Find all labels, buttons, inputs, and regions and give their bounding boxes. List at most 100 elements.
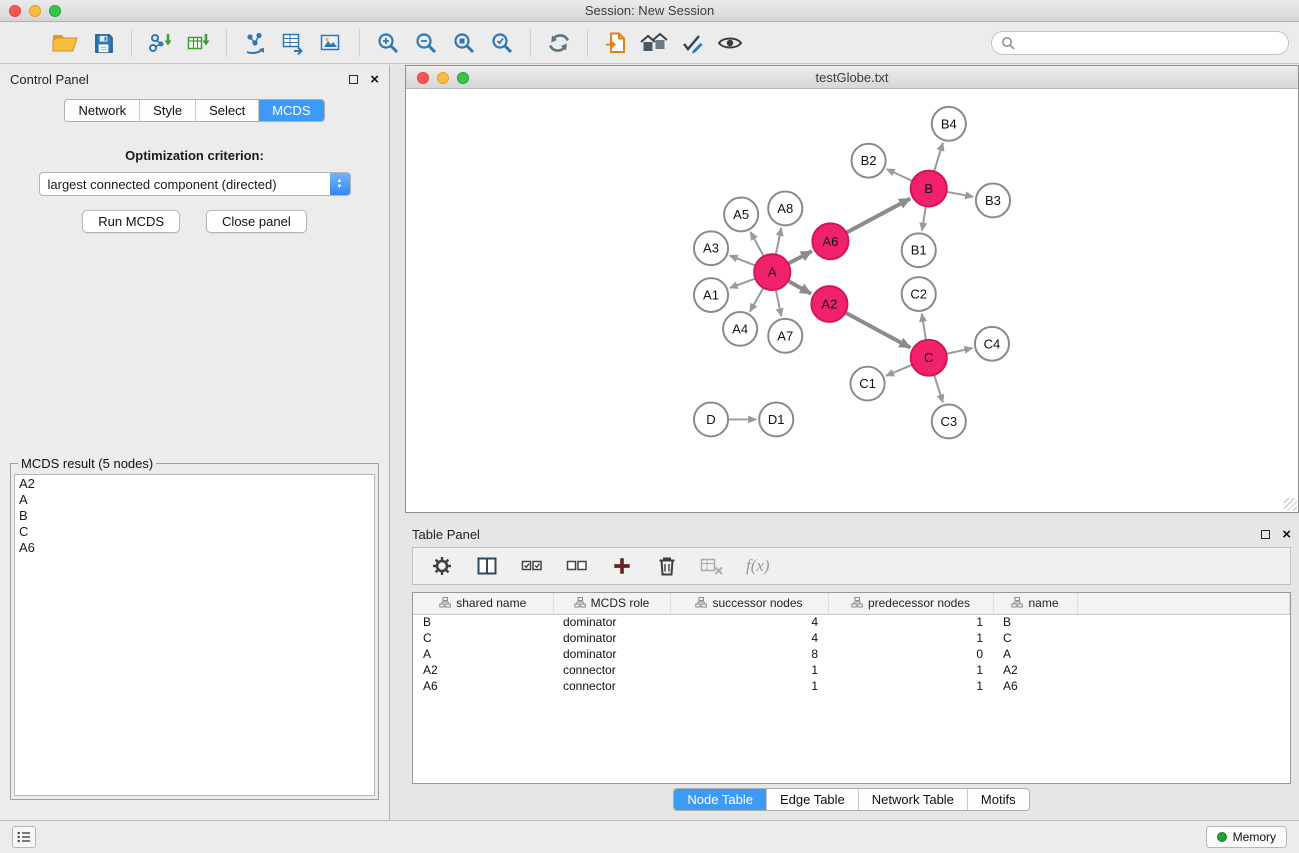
edge-A-A1[interactable] [730, 279, 756, 288]
tab-motifs[interactable]: Motifs [968, 789, 1029, 810]
edge-A-A7[interactable] [776, 290, 781, 317]
table-mode-button[interactable] [427, 551, 457, 581]
minimize-network-button[interactable] [437, 72, 449, 84]
edge-C-C2[interactable] [922, 314, 926, 340]
zoom-fit-button[interactable] [445, 26, 483, 60]
table-row[interactable]: A6connector11A6 [413, 678, 1290, 694]
node-B4[interactable]: B4 [932, 107, 966, 141]
tab-mcds[interactable]: MCDS [259, 100, 323, 121]
cell-shared-name[interactable]: A6 [413, 678, 553, 694]
edge-B-B3[interactable] [947, 192, 974, 197]
close-window-button[interactable] [9, 5, 21, 17]
cell-shared-name[interactable]: C [413, 630, 553, 646]
edge-B-B1[interactable] [922, 206, 926, 230]
mcds-result-item[interactable]: A2 [19, 476, 370, 492]
column-header-shared-name[interactable]: shared name [413, 593, 553, 614]
node-D1[interactable]: D1 [759, 403, 793, 437]
search-input[interactable] [1020, 36, 1279, 51]
node-D[interactable]: D [694, 403, 728, 437]
tab-select[interactable]: Select [196, 100, 259, 121]
cell-mcds-role[interactable]: dominator [553, 614, 670, 630]
network-canvas[interactable]: B4B2BB3A5A8A6B1A3AC2A1A2A4A7C4CC1C3DD1 [406, 90, 1298, 512]
select-all-button[interactable] [517, 551, 547, 581]
delete-table-button[interactable] [697, 551, 727, 581]
mcds-result-item[interactable]: A [19, 492, 370, 508]
edge-A-A4[interactable] [750, 288, 763, 312]
node-A1[interactable]: A1 [694, 278, 728, 312]
tab-network-table[interactable]: Network Table [859, 789, 968, 810]
new-network-from-selection-button[interactable] [597, 26, 635, 60]
cell-name[interactable]: A2 [993, 662, 1077, 678]
cell-predecessor-nodes[interactable]: 1 [828, 614, 993, 630]
cell-mcds-role[interactable]: connector [553, 678, 670, 694]
node-C1[interactable]: C1 [850, 367, 884, 401]
node-A2[interactable]: A2 [811, 286, 847, 322]
cell-successor-nodes[interactable]: 4 [670, 614, 828, 630]
cell-name[interactable]: A6 [993, 678, 1077, 694]
cell-shared-name[interactable]: B [413, 614, 553, 630]
open-session-button[interactable] [46, 26, 84, 60]
curate-annotations-button[interactable] [673, 26, 711, 60]
export-image-button[interactable] [312, 26, 350, 60]
cell-successor-nodes[interactable]: 1 [670, 662, 828, 678]
show-hide-button[interactable] [711, 26, 749, 60]
node-C4[interactable]: C4 [975, 327, 1009, 361]
apply-layout-button[interactable] [540, 26, 578, 60]
table-row[interactable]: Bdominator41B [413, 614, 1290, 630]
node-A[interactable]: A [754, 254, 790, 290]
node-C[interactable]: C [911, 340, 947, 376]
edge-B-B4[interactable] [934, 143, 943, 172]
mcds-result-item[interactable]: C [19, 524, 370, 540]
edge-A-A2[interactable] [788, 281, 811, 294]
resize-grip[interactable] [1284, 498, 1297, 511]
delete-columns-button[interactable] [652, 551, 682, 581]
cell-shared-name[interactable]: A [413, 646, 553, 662]
import-table-button[interactable] [179, 26, 217, 60]
zoom-network-button[interactable] [457, 72, 469, 84]
mcds-result-list[interactable]: A2ABCA6 [14, 474, 375, 796]
node-A3[interactable]: A3 [694, 231, 728, 265]
node-A7[interactable]: A7 [768, 319, 802, 353]
cell-name[interactable]: A [993, 646, 1077, 662]
node-A4[interactable]: A4 [723, 312, 757, 346]
close-panel-button[interactable]: Close panel [206, 210, 307, 233]
edge-A-A3[interactable] [730, 256, 756, 266]
zoom-out-button[interactable] [407, 26, 445, 60]
zoom-window-button[interactable] [49, 5, 61, 17]
edge-C-C4[interactable] [946, 348, 972, 354]
node-A8[interactable]: A8 [768, 192, 802, 226]
node-B[interactable]: B [911, 171, 947, 207]
column-header-predecessor-nodes[interactable]: predecessor nodes [828, 593, 993, 614]
tab-style[interactable]: Style [140, 100, 196, 121]
zoom-selected-button[interactable] [483, 26, 521, 60]
table-row[interactable]: A2connector11A2 [413, 662, 1290, 678]
cell-mcds-role[interactable]: connector [553, 662, 670, 678]
export-network-button[interactable] [236, 26, 274, 60]
cell-predecessor-nodes[interactable]: 1 [828, 630, 993, 646]
cell-successor-nodes[interactable]: 4 [670, 630, 828, 646]
float-panel-icon[interactable] [349, 75, 358, 84]
node-B1[interactable]: B1 [902, 233, 936, 267]
mcds-result-item[interactable]: A6 [19, 540, 370, 556]
edge-C-C1[interactable] [886, 365, 912, 376]
node-A6[interactable]: A6 [812, 223, 848, 259]
home-button[interactable] [635, 26, 673, 60]
optimization-select[interactable]: largest connected component (directed) ▲… [39, 172, 351, 196]
edge-A6-B[interactable] [846, 198, 910, 232]
cell-predecessor-nodes[interactable]: 1 [828, 678, 993, 694]
export-table-button[interactable] [274, 26, 312, 60]
tab-node-table[interactable]: Node Table [674, 789, 767, 810]
zoom-in-button[interactable] [369, 26, 407, 60]
edge-A-A6[interactable] [788, 251, 812, 264]
function-builder-button[interactable]: f(x) [746, 556, 770, 576]
table-row[interactable]: Cdominator41C [413, 630, 1290, 646]
column-header-successor-nodes[interactable]: successor nodes [670, 593, 828, 614]
run-mcds-button[interactable]: Run MCDS [82, 210, 180, 233]
close-table-panel-icon[interactable]: × [1282, 527, 1291, 542]
close-network-button[interactable] [417, 72, 429, 84]
task-history-button[interactable] [12, 826, 36, 848]
save-session-button[interactable] [84, 26, 122, 60]
show-columns-button[interactable] [472, 551, 502, 581]
node-C3[interactable]: C3 [932, 405, 966, 439]
node-B3[interactable]: B3 [976, 184, 1010, 218]
